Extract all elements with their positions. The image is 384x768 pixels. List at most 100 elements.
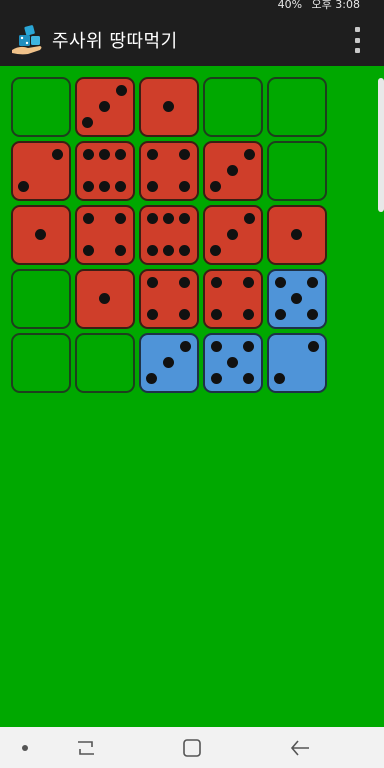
blue-die-4-2[interactable] — [139, 333, 199, 393]
red-die-1-3[interactable] — [203, 141, 263, 201]
die-pip — [242, 277, 254, 289]
recent-apps-icon — [78, 740, 94, 755]
die-pip — [178, 308, 190, 320]
die-pip — [99, 293, 110, 304]
die-pip — [211, 308, 223, 320]
red-die-3-1[interactable] — [75, 269, 135, 329]
die-pip — [210, 180, 222, 192]
clock: 오후 3:08 — [311, 0, 360, 11]
die-pip — [147, 308, 159, 320]
die-pip — [306, 277, 318, 289]
die-pip — [227, 357, 238, 368]
die-pip — [291, 229, 302, 240]
die-pip — [163, 101, 174, 112]
die-pip — [227, 229, 238, 240]
red-die-2-3[interactable] — [203, 205, 263, 265]
die-pip — [178, 277, 190, 289]
die-pip — [211, 341, 223, 353]
nav-dot-button[interactable] — [10, 727, 40, 768]
die-pip — [243, 149, 255, 161]
die-pip — [147, 149, 159, 161]
die-pip — [99, 101, 110, 112]
die-pip — [178, 149, 190, 161]
back-arrow-icon — [290, 739, 309, 756]
die-pip — [51, 149, 63, 161]
die-pip — [163, 213, 174, 225]
die-pip — [178, 180, 190, 192]
die-pip — [147, 244, 159, 256]
system-nav-bar — [0, 727, 384, 768]
die-pip — [178, 244, 190, 256]
red-die-2-0[interactable] — [11, 205, 71, 265]
scrollbar-thumb[interactable] — [378, 78, 384, 212]
recent-apps-button[interactable] — [68, 727, 104, 768]
empty-cell-0-3[interactable] — [203, 77, 263, 137]
status-bar: 40% 오후 3:08 — [0, 0, 384, 14]
die-pip — [163, 357, 174, 368]
die-pip — [274, 372, 286, 384]
die-pip — [83, 180, 95, 192]
die-pip — [114, 180, 126, 192]
die-pip — [114, 244, 126, 256]
die-pip — [114, 213, 126, 225]
die-pip — [147, 277, 159, 289]
blue-die-4-4[interactable] — [267, 333, 327, 393]
dot-icon — [22, 744, 28, 751]
die-pip — [83, 213, 95, 225]
red-die-3-3[interactable] — [203, 269, 263, 329]
app-bar: 주사위 땅따먹기 — [0, 14, 384, 66]
home-square-icon — [183, 738, 201, 757]
red-die-0-1[interactable] — [75, 77, 135, 137]
die-pip — [99, 149, 110, 161]
die-pip — [99, 180, 110, 192]
die-pip — [35, 229, 46, 240]
die-pip — [242, 372, 254, 384]
die-pip — [115, 85, 127, 97]
die-pip — [275, 277, 287, 289]
empty-cell-4-1[interactable] — [75, 333, 135, 393]
red-die-2-1[interactable] — [75, 205, 135, 265]
red-die-2-2[interactable] — [139, 205, 199, 265]
overflow-menu-button[interactable] — [352, 27, 362, 53]
home-button[interactable] — [174, 727, 210, 768]
die-pip — [211, 372, 223, 384]
die-pip — [83, 149, 95, 161]
red-die-2-4[interactable] — [267, 205, 327, 265]
die-pip — [211, 277, 223, 289]
overflow-menu-icon — [354, 27, 360, 32]
die-pip — [147, 213, 159, 225]
blue-die-3-4[interactable] — [267, 269, 327, 329]
dice-in-hand-icon — [12, 25, 42, 55]
die-pip — [243, 213, 255, 225]
die-pip — [163, 244, 174, 256]
die-pip — [275, 308, 287, 320]
die-pip — [307, 341, 319, 353]
back-button[interactable] — [282, 727, 318, 768]
empty-cell-3-0[interactable] — [11, 269, 71, 329]
die-pip — [18, 180, 30, 192]
die-pip — [83, 244, 95, 256]
red-die-1-2[interactable] — [139, 141, 199, 201]
red-die-0-2[interactable] — [139, 77, 199, 137]
die-pip — [242, 308, 254, 320]
die-pip — [114, 149, 126, 161]
app-title: 주사위 땅따먹기 — [52, 31, 178, 52]
die-pip — [82, 116, 94, 128]
die-pip — [146, 372, 158, 384]
status-icons: 40% 오후 3:08 — [272, 0, 360, 12]
empty-cell-0-0[interactable] — [11, 77, 71, 137]
die-pip — [242, 341, 254, 353]
red-die-1-1[interactable] — [75, 141, 135, 201]
die-pip — [306, 308, 318, 320]
empty-cell-1-4[interactable] — [267, 141, 327, 201]
die-pip — [179, 341, 191, 353]
empty-cell-4-0[interactable] — [11, 333, 71, 393]
die-pip — [291, 293, 302, 304]
die-pip — [210, 244, 222, 256]
empty-cell-0-4[interactable] — [267, 77, 327, 137]
red-die-3-2[interactable] — [139, 269, 199, 329]
game-board — [11, 77, 327, 393]
red-die-1-0[interactable] — [11, 141, 71, 201]
blue-die-4-3[interactable] — [203, 333, 263, 393]
die-pip — [147, 180, 159, 192]
